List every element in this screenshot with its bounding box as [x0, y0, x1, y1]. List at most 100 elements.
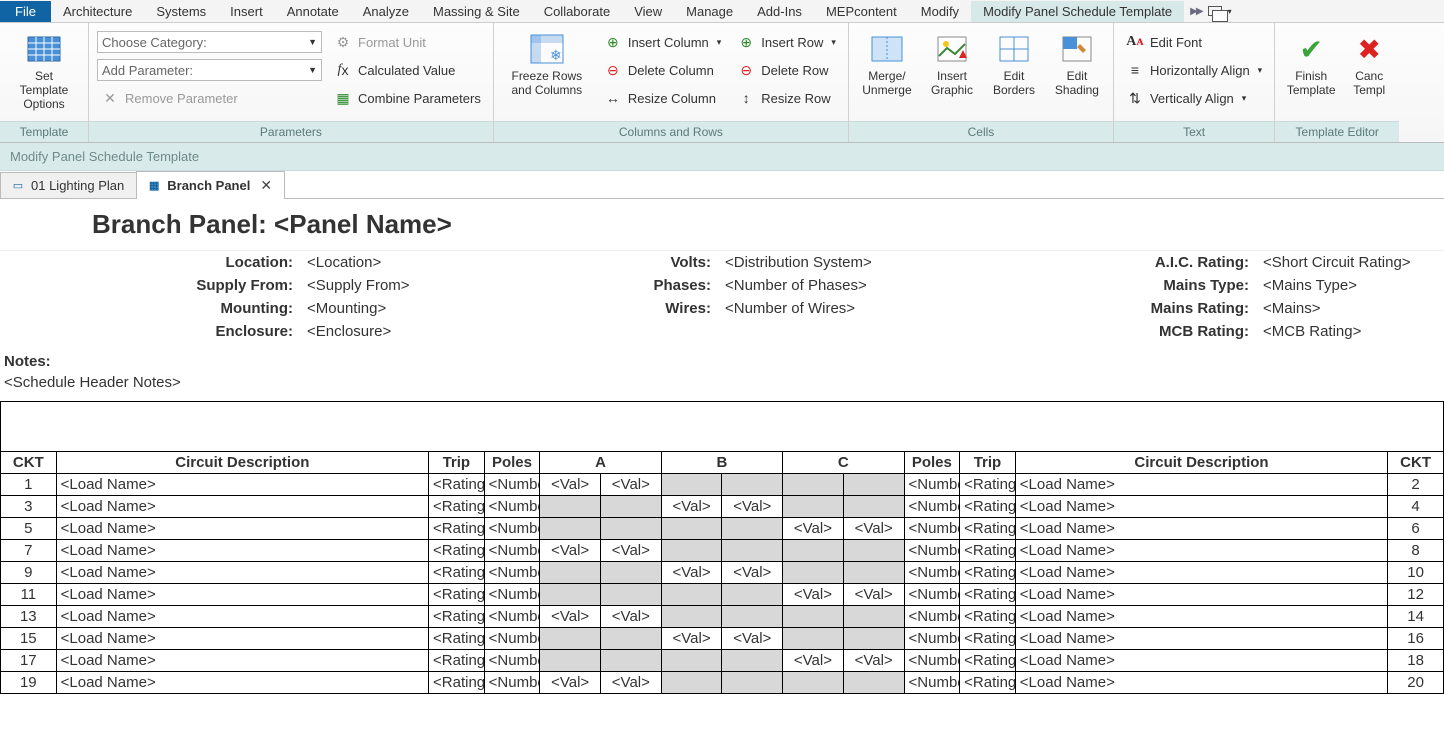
value-wires[interactable]: <Number of Wires> [718, 297, 956, 320]
merge-icon [869, 31, 905, 67]
vertically-align-button[interactable]: ⇅Vertically Align▾ [1122, 87, 1266, 109]
finish-template-button[interactable]: ✔Finish Template [1283, 27, 1339, 121]
freeze-rows-columns-button[interactable]: ❄ Freeze Rows and Columns [502, 27, 592, 121]
menu-file[interactable]: File [0, 1, 51, 22]
format-unit-icon: ⚙ [334, 33, 352, 51]
col-trip-left: Trip [429, 452, 485, 474]
menu-collaborate[interactable]: Collaborate [532, 1, 623, 22]
value-volts[interactable]: <Distribution System> [718, 251, 956, 274]
label-aic: A.I.C. Rating: [956, 251, 1256, 274]
delete-column-icon: ⊖ [604, 61, 622, 79]
menu-analyze[interactable]: Analyze [351, 1, 421, 22]
value-phases[interactable]: <Number of Phases> [718, 274, 956, 297]
menu-modify[interactable]: Modify [909, 1, 971, 22]
insert-graphic-button[interactable]: Insert Graphic [925, 27, 979, 121]
delete-row-icon: ⊖ [737, 61, 755, 79]
menu-mepcontent[interactable]: MEPcontent [814, 1, 909, 22]
label-phases: Phases: [538, 274, 718, 297]
menu-systems[interactable]: Systems [144, 1, 218, 22]
menu-bar: File Architecture Systems Insert Annotat… [0, 0, 1444, 23]
delete-column-button[interactable]: ⊖Delete Column [600, 59, 725, 81]
ribbon-group-columns-rows-label: Columns and Rows [494, 121, 848, 142]
horizontally-align-button[interactable]: ≡Horizontally Align▾ [1122, 59, 1266, 81]
value-location[interactable]: <Location> [300, 251, 538, 274]
menu-manage[interactable]: Manage [674, 1, 745, 22]
set-template-options-button[interactable]: Set Template Options [8, 27, 80, 121]
choose-category-combo[interactable]: Choose Category:▼ [97, 31, 322, 53]
table-row[interactable]: 9<Load Name><Rating<Numbe<Val><Val><Numb… [1, 562, 1444, 584]
arrows-icon[interactable]: ▶▶ [1190, 6, 1201, 17]
borders-icon [996, 31, 1032, 67]
menu-view[interactable]: View [622, 1, 674, 22]
resize-row-icon: ↕ [737, 89, 755, 107]
table-row[interactable]: 13<Load Name><Rating<Numbe<Val><Val><Num… [1, 606, 1444, 628]
label-mounting: Mounting: [0, 297, 300, 320]
combine-parameters-button[interactable]: ▦Combine Parameters [330, 87, 485, 109]
table-row[interactable]: 17<Load Name><Rating<Numbe<Val><Val><Num… [1, 650, 1444, 672]
menu-addins[interactable]: Add-Ins [745, 1, 814, 22]
table-row[interactable]: 1<Load Name><Rating<Numbe<Val><Val><Numb… [1, 474, 1444, 496]
value-mains-type[interactable]: <Mains Type> [1256, 274, 1444, 297]
subheader: Modify Panel Schedule Template [0, 143, 1444, 171]
table-row[interactable]: 7<Load Name><Rating<Numbe<Val><Val><Numb… [1, 540, 1444, 562]
edit-shading-button[interactable]: Edit Shading [1049, 27, 1105, 121]
format-unit-button[interactable]: ⚙Format Unit [330, 31, 485, 53]
table-row[interactable]: 15<Load Name><Rating<Numbe<Val><Val><Num… [1, 628, 1444, 650]
value-mcb[interactable]: <MCB Rating> [1256, 320, 1444, 343]
add-parameter-combo[interactable]: Add Parameter:▼ [97, 59, 322, 81]
tab-branch-panel[interactable]: ▦Branch Panel✕ [136, 171, 285, 199]
menu-modify-panel-schedule-template[interactable]: Modify Panel Schedule Template [971, 1, 1184, 22]
ribbon-group-columns-rows: ❄ Freeze Rows and Columns ⊕Insert Column… [494, 23, 849, 142]
table-row[interactable]: 11<Load Name><Rating<Numbe<Val><Val><Num… [1, 584, 1444, 606]
edit-borders-button[interactable]: Edit Borders [987, 27, 1041, 121]
col-desc-left: Circuit Description [56, 452, 428, 474]
notes-value[interactable]: <Schedule Header Notes> [0, 372, 1444, 401]
insert-row-icon: ⊕ [737, 33, 755, 51]
tab-lighting-plan[interactable]: ▭01 Lighting Plan [0, 172, 137, 198]
freeze-icon: ❄ [529, 31, 565, 67]
window-cascade-icon[interactable] [1208, 6, 1222, 16]
value-enclosure[interactable]: <Enclosure> [300, 320, 538, 343]
delete-row-button[interactable]: ⊖Delete Row [733, 59, 840, 81]
label-mains-rating: Mains Rating: [956, 297, 1256, 320]
label-volts: Volts: [538, 251, 718, 274]
col-desc-right: Circuit Description [1015, 452, 1387, 474]
merge-unmerge-button[interactable]: Merge/ Unmerge [857, 27, 917, 121]
resize-column-button[interactable]: ↔Resize Column [600, 87, 725, 109]
value-supply[interactable]: <Supply From> [300, 274, 538, 297]
ribbon-group-parameters: Choose Category:▼ Add Parameter:▼ ✕Remov… [89, 23, 494, 142]
table-row[interactable]: 19<Load Name><Rating<Numbe<Val><Val><Num… [1, 672, 1444, 694]
combine-parameters-icon: ▦ [334, 89, 352, 107]
menu-annotate[interactable]: Annotate [275, 1, 351, 22]
ribbon-group-text: AᴀEdit Font ≡Horizontally Align▾ ⇅Vertic… [1114, 23, 1275, 142]
col-poles-right: Poles [904, 452, 960, 474]
col-phase-c: C [783, 452, 904, 474]
value-mains-rating[interactable]: <Mains> [1256, 297, 1444, 320]
table-row[interactable]: 5<Load Name><Rating<Numbe<Val><Val><Numb… [1, 518, 1444, 540]
col-poles-left: Poles [484, 452, 540, 474]
ribbon-group-cells-label: Cells [849, 121, 1113, 142]
value-aic[interactable]: <Short Circuit Rating> [1256, 251, 1444, 274]
calculated-value-button[interactable]: fxCalculated Value [330, 59, 485, 81]
plan-view-icon: ▭ [11, 179, 25, 193]
table-row[interactable]: 3<Load Name><Rating<Numbe<Val><Val><Numb… [1, 496, 1444, 518]
freeze-label: Freeze Rows and Columns [511, 69, 582, 97]
menu-massing-site[interactable]: Massing & Site [421, 1, 532, 22]
remove-parameter-button[interactable]: ✕Remove Parameter [97, 87, 322, 109]
edit-font-button[interactable]: AᴀEdit Font [1122, 31, 1266, 53]
menu-insert[interactable]: Insert [218, 1, 275, 22]
font-icon: Aᴀ [1126, 33, 1144, 51]
insert-column-button[interactable]: ⊕Insert Column▾ [600, 31, 725, 53]
schedule-icon: ▦ [147, 179, 161, 193]
resize-row-button[interactable]: ↕Resize Row [733, 87, 840, 109]
circuit-schedule-table[interactable]: CKT Circuit Description Trip Poles A B C… [0, 401, 1444, 694]
value-mounting[interactable]: <Mounting> [300, 297, 538, 320]
col-phase-a: A [540, 452, 661, 474]
col-ckt-right: CKT [1388, 452, 1444, 474]
close-icon[interactable]: ✕ [260, 177, 272, 194]
dropdown-icon[interactable]: ▾ [1228, 7, 1232, 16]
insert-row-button[interactable]: ⊕Insert Row▾ [733, 31, 840, 53]
menu-architecture[interactable]: Architecture [51, 1, 144, 22]
svg-text:❄: ❄ [550, 47, 562, 63]
cancel-template-button[interactable]: ✖Canc Templ [1347, 27, 1391, 121]
